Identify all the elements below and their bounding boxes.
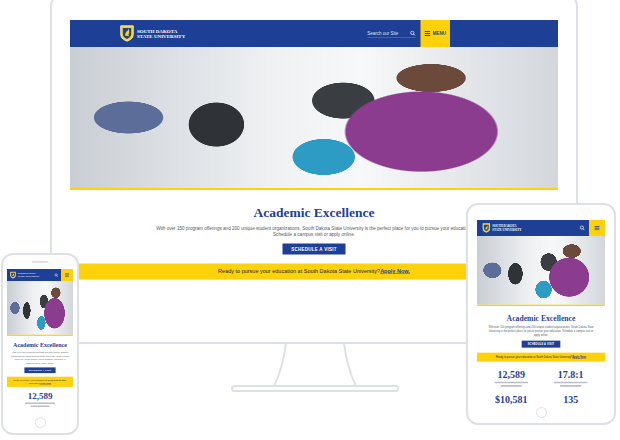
device-mockup: SOUTH DAKOTASTATE UNIVERSITY Search our S…	[0, 0, 620, 440]
hamburger-icon	[424, 31, 430, 36]
header-tools	[580, 220, 605, 236]
schedule-visit-button[interactable]: SCHEDULE A VISIT	[522, 341, 561, 348]
stat-item: $10,581	[485, 394, 538, 406]
stat-label-placeholder	[560, 385, 581, 387]
stat-label-placeholder	[501, 385, 522, 387]
tablet-device: SOUTH DAKOTASTATE UNIVERSITY Academic Exc…	[466, 203, 616, 425]
website: SOUTH DAKOTASTATE UNIVERSITY Academic Exc…	[7, 269, 73, 409]
apply-banner: Ready to pursue your education at South …	[7, 377, 73, 387]
home-button[interactable]	[35, 417, 46, 428]
screen: SOUTH DAKOTASTATE UNIVERSITY Academic Exc…	[7, 269, 73, 409]
stats-grid: 12,589 17.8:1 $10,581 135	[477, 362, 605, 406]
site-header: SOUTH DAKOTASTATE UNIVERSITY	[7, 269, 73, 281]
site-header: SOUTH DAKOTASTATE UNIVERSITY Search our S…	[70, 20, 558, 47]
intro-title: Academic Excellence	[13, 341, 67, 348]
apply-link[interactable]: Apply Now.	[39, 382, 51, 385]
search-icon[interactable]	[54, 273, 58, 277]
hero-photo	[477, 236, 605, 306]
intro-text: With over 150 program offerings and 200 …	[154, 225, 474, 239]
intro-title: Academic Excellence	[507, 314, 576, 322]
university-logo[interactable]: SOUTH DAKOTASTATE UNIVERSITY	[120, 25, 185, 42]
stat-label-placeholder	[30, 406, 49, 408]
hero-photo	[70, 47, 558, 190]
apply-link[interactable]: Apply Now.	[380, 268, 410, 274]
hero-photo	[7, 281, 73, 336]
menu-button[interactable]	[589, 220, 605, 236]
stat-value: 17.8:1	[558, 369, 584, 380]
search-icon[interactable]	[580, 225, 585, 230]
stat-item: 17.8:1	[544, 369, 597, 387]
stat-label-placeholder	[554, 382, 587, 384]
logo-text: SOUTH DAKOTASTATE UNIVERSITY	[18, 272, 40, 277]
shield-icon	[120, 25, 134, 42]
stat-value: 12,589	[28, 391, 53, 401]
phone-device: SOUTH DAKOTASTATE UNIVERSITY Academic Exc…	[1, 253, 79, 435]
stat-item: 12,589	[12, 391, 68, 407]
site-header: SOUTH DAKOTASTATE UNIVERSITY	[477, 220, 605, 236]
speaker-icon	[32, 261, 48, 263]
home-button[interactable]	[536, 407, 547, 418]
intro-text: With over 150 program offerings and 200 …	[486, 326, 596, 338]
header-tools	[54, 269, 73, 281]
website: SOUTH DAKOTASTATE UNIVERSITY Academic Exc…	[477, 220, 605, 406]
stat-value: $10,581	[495, 394, 527, 405]
stats-grid: 12,589	[7, 387, 73, 409]
logo-text: SOUTH DAKOTASTATE UNIVERSITY	[137, 28, 185, 40]
stat-label-placeholder	[25, 403, 55, 405]
university-logo[interactable]: SOUTH DAKOTASTATE UNIVERSITY	[482, 223, 521, 233]
stat-label-placeholder	[495, 382, 528, 384]
hamburger-icon	[65, 273, 69, 277]
stat-item: 12,589	[485, 369, 538, 387]
intro-title: Academic Excellence	[253, 205, 374, 220]
apply-link[interactable]: Apply Now.	[572, 355, 586, 358]
screen: SOUTH DAKOTASTATE UNIVERSITY Academic Exc…	[477, 220, 605, 406]
intro-text: With over 150 program offerings and 200 …	[11, 351, 70, 365]
search-field[interactable]: Search our Site	[367, 29, 415, 38]
logo-text: SOUTH DAKOTASTATE UNIVERSITY	[492, 225, 521, 232]
stat-value: 12,589	[498, 369, 525, 380]
menu-button[interactable]: MENU	[420, 20, 450, 47]
schedule-visit-button[interactable]: SCHEDULE A VISIT	[282, 244, 345, 255]
menu-button[interactable]	[61, 269, 73, 281]
stat-item: 135	[544, 394, 597, 406]
intro-section: Academic Excellence With over 150 program…	[477, 306, 605, 353]
stat-value: 135	[563, 394, 578, 405]
apply-banner: Ready to pursue your education at South …	[477, 353, 605, 362]
shield-icon	[10, 271, 16, 279]
university-logo[interactable]: SOUTH DAKOTASTATE UNIVERSITY	[10, 271, 40, 279]
header-tools: Search our Site MENU	[367, 20, 450, 47]
search-icon[interactable]	[410, 31, 416, 37]
shield-icon	[482, 223, 490, 233]
schedule-visit-button[interactable]: SCHEDULE A VISIT	[25, 367, 56, 373]
intro-section: Academic Excellence With over 150 program…	[7, 336, 73, 377]
hamburger-icon	[594, 226, 599, 230]
